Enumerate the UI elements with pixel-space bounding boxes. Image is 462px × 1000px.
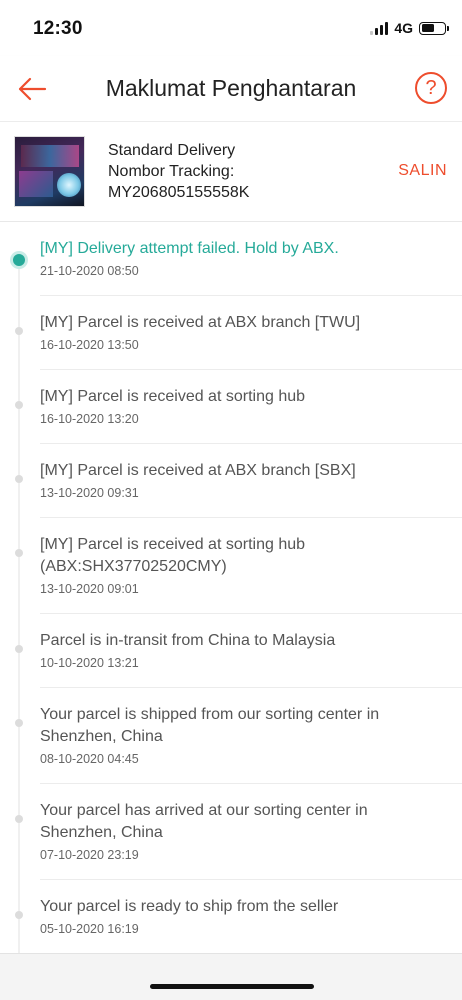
tracking-label: Nombor Tracking: — [108, 163, 235, 180]
question-circle-icon: ? — [425, 76, 437, 99]
timeline-dot — [15, 815, 23, 823]
help-button[interactable]: ? — [415, 72, 447, 104]
timeline-event: Your parcel is ready to ship from the se… — [0, 880, 462, 954]
shipment-info-card: Standard Delivery Nombor Tracking: MY206… — [0, 122, 462, 222]
status-icons: 4G — [370, 20, 449, 36]
timeline-dot — [15, 475, 23, 483]
timeline-active-dot — [13, 254, 25, 266]
home-indicator — [150, 984, 314, 989]
event-description: [MY] Parcel is received at sorting hub — [40, 388, 306, 405]
timeline-event: [MY] Parcel is received at ABX branch [S… — [0, 444, 462, 518]
timeline-event: [MY] Parcel is received at ABX branch [T… — [0, 296, 462, 370]
event-description: [MY] Parcel is received at ABX branch [T… — [40, 314, 361, 331]
event-description: [MY] Parcel is received at ABX branch [S… — [40, 462, 356, 479]
page-title: Maklumat Penghantaran — [105, 75, 357, 101]
copy-tracking-button[interactable]: SALIN — [398, 162, 447, 180]
event-time: 16-10-2020 13:50 — [40, 338, 139, 352]
timeline-event: Parcel is in-transit from China to Malay… — [0, 614, 462, 688]
event-time: 05-10-2020 16:19 — [40, 922, 139, 936]
battery-icon — [419, 21, 449, 35]
event-time: 16-10-2020 13:20 — [40, 412, 139, 426]
event-time: 10-10-2020 13:21 — [40, 656, 139, 670]
tracking-timeline: [MY] Delivery attempt failed. Hold by AB… — [0, 222, 462, 972]
event-time: 07-10-2020 23:19 — [40, 848, 139, 862]
status-bar: 12:30 4G — [0, 0, 462, 56]
cellular-signal-icon — [370, 21, 389, 35]
event-time: 13-10-2020 09:31 — [40, 486, 139, 500]
event-description: Parcel is in-transit from China to Malay… — [40, 632, 336, 649]
event-time: 08-10-2020 04:45 — [40, 752, 139, 766]
event-description: Your parcel is shipped from our sorting … — [40, 706, 380, 745]
timeline-dot — [15, 911, 23, 919]
shipment-details: Standard Delivery Nombor Tracking: MY206… — [108, 140, 249, 203]
event-description: [MY] Parcel is received at sorting hub (… — [40, 536, 306, 575]
timeline-event: [MY] Delivery attempt failed. Hold by AB… — [0, 222, 462, 296]
network-type: 4G — [394, 20, 413, 36]
event-description: Your parcel is ready to ship from the se… — [40, 898, 339, 915]
timeline-dot — [15, 549, 23, 557]
timeline-dot — [15, 327, 23, 335]
page-header: Maklumat Penghantaran ? — [0, 56, 462, 122]
timeline-event: [MY] Parcel is received at sorting hub 16… — [0, 370, 462, 444]
event-time: 13-10-2020 09:01 — [40, 582, 139, 596]
timeline-event: Your parcel has arrived at our sorting c… — [0, 784, 462, 880]
status-time: 12:30 — [33, 18, 83, 39]
product-thumbnail — [14, 136, 85, 207]
tracking-number: MY206805155558K — [108, 184, 250, 201]
delivery-type: Standard Delivery — [108, 142, 236, 159]
timeline-dot — [15, 401, 23, 409]
event-time: 21-10-2020 08:50 — [40, 264, 139, 278]
timeline-dot — [15, 645, 23, 653]
timeline-event: Your parcel is shipped from our sorting … — [0, 688, 462, 784]
bottom-bar — [0, 953, 462, 1000]
event-description: Your parcel has arrived at our sorting c… — [40, 802, 368, 841]
timeline-event: [MY] Parcel is received at sorting hub (… — [0, 518, 462, 614]
event-description: [MY] Delivery attempt failed. Hold by AB… — [40, 240, 339, 257]
timeline-dot — [15, 719, 23, 727]
